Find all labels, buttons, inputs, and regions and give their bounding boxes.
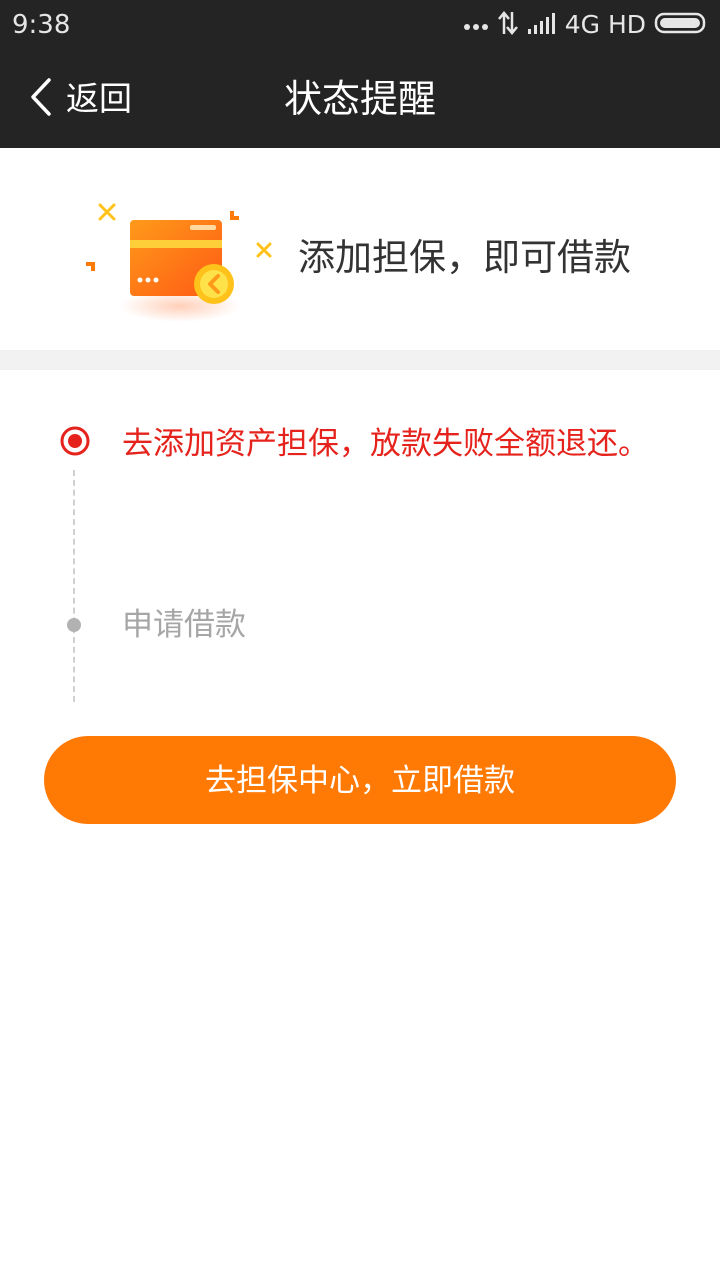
current-step-indicator-icon <box>60 426 90 456</box>
data-transfer-icon <box>497 10 519 40</box>
status-time: 9:38 <box>12 10 71 40</box>
status-bar: 9:38 4G HD <box>0 0 720 50</box>
status-timeline: 去添加资产担保，放款失败全额退还。 申请借款 <box>0 370 720 710</box>
chevron-left-icon <box>28 77 54 121</box>
banner-message: 添加担保，即可借款 <box>298 236 631 279</box>
status-indicators: 4G HD <box>463 8 708 42</box>
pending-step-indicator-icon <box>67 618 81 632</box>
card-coin-illustration-icon <box>80 198 280 328</box>
section-divider <box>0 350 720 370</box>
go-guarantee-center-button[interactable]: 去担保中心，立即借款 <box>44 736 676 824</box>
more-dots-icon <box>463 16 489 35</box>
signal-icon <box>527 11 557 39</box>
guarantee-banner: 添加担保，即可借款 <box>0 148 720 350</box>
nav-bar: 状态提醒 返回 <box>0 50 720 148</box>
pending-step-text: 申请借款 <box>122 607 246 643</box>
network-type: 4G HD <box>564 10 646 39</box>
back-button[interactable]: 返回 <box>28 72 132 126</box>
back-label: 返回 <box>66 79 132 118</box>
current-step-text: 去添加资产担保，放款失败全额退还。 <box>122 426 649 462</box>
timeline-connector <box>73 470 75 702</box>
battery-icon <box>654 12 708 38</box>
